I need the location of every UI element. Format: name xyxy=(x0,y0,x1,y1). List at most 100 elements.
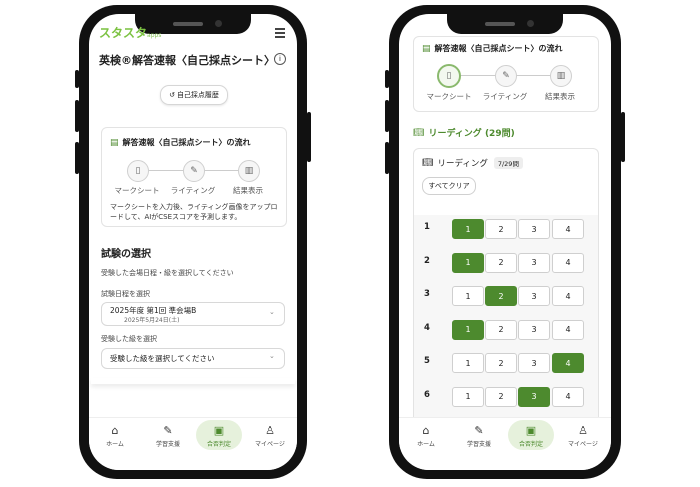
step-result-icon: ▥ xyxy=(550,65,572,87)
home-icon: ⌂ xyxy=(111,424,119,437)
app-logo[interactable]: スタスタapps xyxy=(99,24,161,41)
answer-option[interactable]: 1 xyxy=(452,252,484,273)
bottom-navigation: ⌂ ホーム ✎ 学習支援 ▣ 合否判定 ♙ マイページ xyxy=(399,417,611,470)
answer-option[interactable]: 3 xyxy=(518,386,550,407)
nav-study[interactable]: ✎ 学習支援 xyxy=(458,424,500,448)
question-number: 1 xyxy=(424,222,430,232)
nav-home[interactable]: ⌂ ホーム xyxy=(405,424,447,448)
step-label: ライティング xyxy=(170,186,216,195)
logo-sub: apps xyxy=(147,32,162,39)
nav-label: ホーム xyxy=(417,441,435,448)
left-phone-power-button xyxy=(307,112,311,162)
answer-option[interactable]: 3 xyxy=(518,286,550,306)
chevron-down-icon: ⌄ xyxy=(269,352,275,360)
progress-badge: 7/29問 xyxy=(493,157,523,169)
answer-option[interactable]: 1 xyxy=(452,386,484,407)
question-number: 2 xyxy=(424,255,430,266)
flow-card-title: 解答速報〈自己採点シート〉の流れ xyxy=(434,44,563,53)
answer-option[interactable]: 2 xyxy=(485,286,517,306)
left-phone-side-button xyxy=(75,100,79,132)
logo-text: スタスタ xyxy=(99,26,148,40)
user-icon: ♙ xyxy=(265,424,275,437)
nav-judgement[interactable]: ▣ 合否判定 xyxy=(510,424,552,448)
question-row: 6 1234 xyxy=(414,383,598,409)
nav-mypage[interactable]: ♙ マイページ xyxy=(249,424,291,448)
exam-section-heading: 試験の選択 xyxy=(101,249,151,260)
question-number: 3 xyxy=(424,289,430,299)
question-row: 41234 xyxy=(414,316,598,342)
answer-option[interactable]: 2 xyxy=(485,252,517,273)
answer-option[interactable]: 4 xyxy=(552,252,584,273)
chevron-down-icon: ⌄ xyxy=(269,308,275,316)
grade-select[interactable]: 受験した級を選択してください ⌄ xyxy=(101,348,285,369)
answer-option[interactable]: 2 xyxy=(485,319,517,340)
right-phone-side-button xyxy=(385,142,389,174)
grade-label: 受験した級を選択 xyxy=(101,335,157,343)
answer-option[interactable]: 2 xyxy=(485,353,517,373)
answer-option[interactable]: 3 xyxy=(518,252,550,273)
step-label: 結果表示 xyxy=(545,92,575,101)
bottom-navigation: ⌂ ホーム ✎ 学習支援 ▣ 合否判定 ♙ マイページ xyxy=(89,417,297,470)
book-icon: 📖︎ xyxy=(422,158,434,168)
answer-option[interactable]: 1 xyxy=(452,286,484,306)
answer-option[interactable]: 1 xyxy=(452,219,484,239)
right-phone-side-button xyxy=(385,70,389,88)
nav-label: ホーム xyxy=(106,441,124,448)
hamburger-menu-icon[interactable] xyxy=(275,28,285,38)
question-number: 6 xyxy=(424,389,430,400)
answer-option[interactable]: 4 xyxy=(552,386,584,407)
answer-option[interactable]: 2 xyxy=(485,386,517,407)
question-row: 5 1234 xyxy=(414,349,598,375)
nav-label: マイページ xyxy=(568,441,598,448)
nav-study[interactable]: ✎ 学習支援 xyxy=(147,424,189,448)
home-icon: ⌂ xyxy=(422,424,430,437)
answer-option[interactable]: 4 xyxy=(552,219,584,239)
left-phone-screen: スタスタapps 英検®解答速報〈自己採点シート〉 i ↺ 自己採点履歴 ▤ 解… xyxy=(89,14,297,470)
grade-placeholder: 受験した級を選択してください xyxy=(110,354,215,363)
document-icon: ▤ xyxy=(110,137,119,148)
question-row: 31234 xyxy=(414,282,598,308)
date-value-line2: 2025年5月24日(土) xyxy=(124,317,180,324)
clear-all-button[interactable]: すべてクリア xyxy=(422,177,476,195)
notch xyxy=(447,14,563,34)
step-result-icon: ▥ xyxy=(238,160,260,182)
answer-option[interactable]: 3 xyxy=(518,319,550,340)
nav-judgement[interactable]: ▣ 合否判定 xyxy=(198,424,240,448)
nav-label: 学習支援 xyxy=(466,441,491,448)
answer-option[interactable]: 1 xyxy=(452,319,484,340)
question-number: 5 xyxy=(424,356,430,366)
reading-section-title: リーディング (29問) xyxy=(428,129,515,139)
nav-label: マイページ xyxy=(255,441,285,448)
answer-option[interactable]: 3 xyxy=(518,353,550,373)
answer-option[interactable]: 4 xyxy=(552,353,584,373)
history-button[interactable]: ↺ 自己採点履歴 xyxy=(160,85,228,105)
info-icon[interactable]: i xyxy=(274,53,286,65)
book-icon: 📖︎ xyxy=(413,127,425,138)
exam-section-subtitle: 受験した会場日程・級を選択してください xyxy=(101,269,234,277)
answer-option[interactable]: 2 xyxy=(485,219,517,239)
exam-date-select[interactable]: 2025年度 第1回 準会場B 2025年5月24日(土) ⌄ xyxy=(101,302,285,326)
flow-card: ▤ 解答速報〈自己採点シート〉の流れ ▯ ✎ ▥ マークシート ライティング 結… xyxy=(101,127,287,227)
pen-icon: ✎ xyxy=(474,424,484,437)
step-marksheet-icon: ▯ xyxy=(437,64,461,88)
reading-subsection-title: リーディング xyxy=(437,159,488,169)
content-card-bottom-shadow xyxy=(91,378,295,384)
nav-mypage[interactable]: ♙ マイページ xyxy=(562,424,604,448)
answer-option[interactable]: 4 xyxy=(552,286,584,306)
answer-option[interactable]: 4 xyxy=(552,319,584,340)
clipboard-icon: ▣ xyxy=(525,424,537,437)
flow-description: マークシートを入力後、ライティング画像をアップロードして、AIがCSEスコアを予… xyxy=(110,203,278,221)
step-marksheet-icon: ▯ xyxy=(127,160,149,182)
answer-option[interactable]: 1 xyxy=(452,353,484,373)
left-phone-side-button xyxy=(75,142,79,174)
question-number: 4 xyxy=(424,322,430,333)
step-label: ライティング xyxy=(482,92,528,101)
nav-home[interactable]: ⌂ ホーム xyxy=(94,424,136,448)
answer-option[interactable]: 3 xyxy=(518,219,550,239)
flow-card-title: 解答速報〈自己採点シート〉の流れ xyxy=(122,138,251,147)
history-button-label: 自己採点履歴 xyxy=(176,91,219,99)
reading-card: 📖︎ リーディング 7/29問 すべてクリア 11234212343123441… xyxy=(413,148,599,455)
nav-label: 学習支援 xyxy=(155,441,180,448)
history-icon: ↺ xyxy=(169,91,175,99)
pen-icon: ✎ xyxy=(163,424,173,437)
